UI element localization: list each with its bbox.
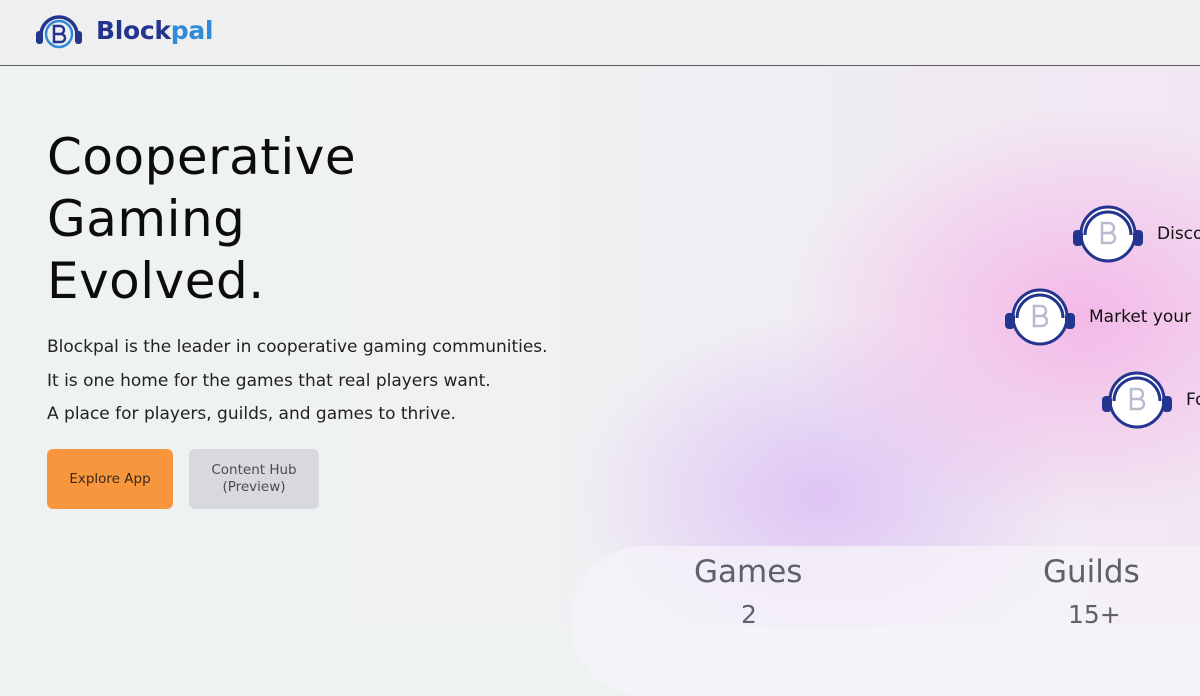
hero-description-line: Blockpal is the leader in cooperative ga… xyxy=(47,337,548,357)
top-navbar: Blockpal xyxy=(0,0,1200,66)
stat-label-games: Games xyxy=(694,554,803,590)
hero-description-line: A place for players, guilds, and games t… xyxy=(47,404,456,424)
feature-item-label: Fo xyxy=(1186,390,1200,410)
stat-value-guilds: 15+ xyxy=(1068,600,1121,629)
hero-title-line: Gaming xyxy=(47,190,246,248)
brand-name-part2: pal xyxy=(170,16,214,45)
hero-title: Cooperative Gaming Evolved. xyxy=(47,126,356,312)
blockpal-logo-icon[interactable] xyxy=(33,9,85,57)
blockpal-headset-icon xyxy=(1005,288,1075,346)
brand-name-part1: Block xyxy=(96,16,171,45)
feature-item-label: Disco xyxy=(1157,224,1200,244)
stat-label-guilds: Guilds xyxy=(1043,554,1140,590)
hero-title-line: Evolved. xyxy=(47,252,265,310)
content-hub-button-label: Content Hub xyxy=(211,462,297,478)
blockpal-headset-icon xyxy=(1102,371,1172,429)
stats-panel: Games 2 Guilds 15+ xyxy=(570,546,1200,696)
brand-name[interactable]: Blockpal xyxy=(96,16,213,45)
content-hub-button-sublabel: (Preview) xyxy=(222,479,286,495)
hero-title-line: Cooperative xyxy=(47,128,357,186)
feature-item-label: Market your xyxy=(1089,307,1192,327)
hero-description-line: It is one home for the games that real p… xyxy=(47,371,491,391)
explore-app-button[interactable]: Explore App xyxy=(47,449,173,509)
stat-value-games: 2 xyxy=(741,600,757,629)
blockpal-headset-icon xyxy=(1073,205,1143,263)
content-hub-button[interactable]: Content Hub (Preview) xyxy=(189,449,319,509)
feature-item-market[interactable]: Market your xyxy=(1003,286,1200,348)
feature-item-forum[interactable]: Fo xyxy=(1100,369,1200,431)
feature-item-discover[interactable]: Disco xyxy=(1071,203,1200,265)
